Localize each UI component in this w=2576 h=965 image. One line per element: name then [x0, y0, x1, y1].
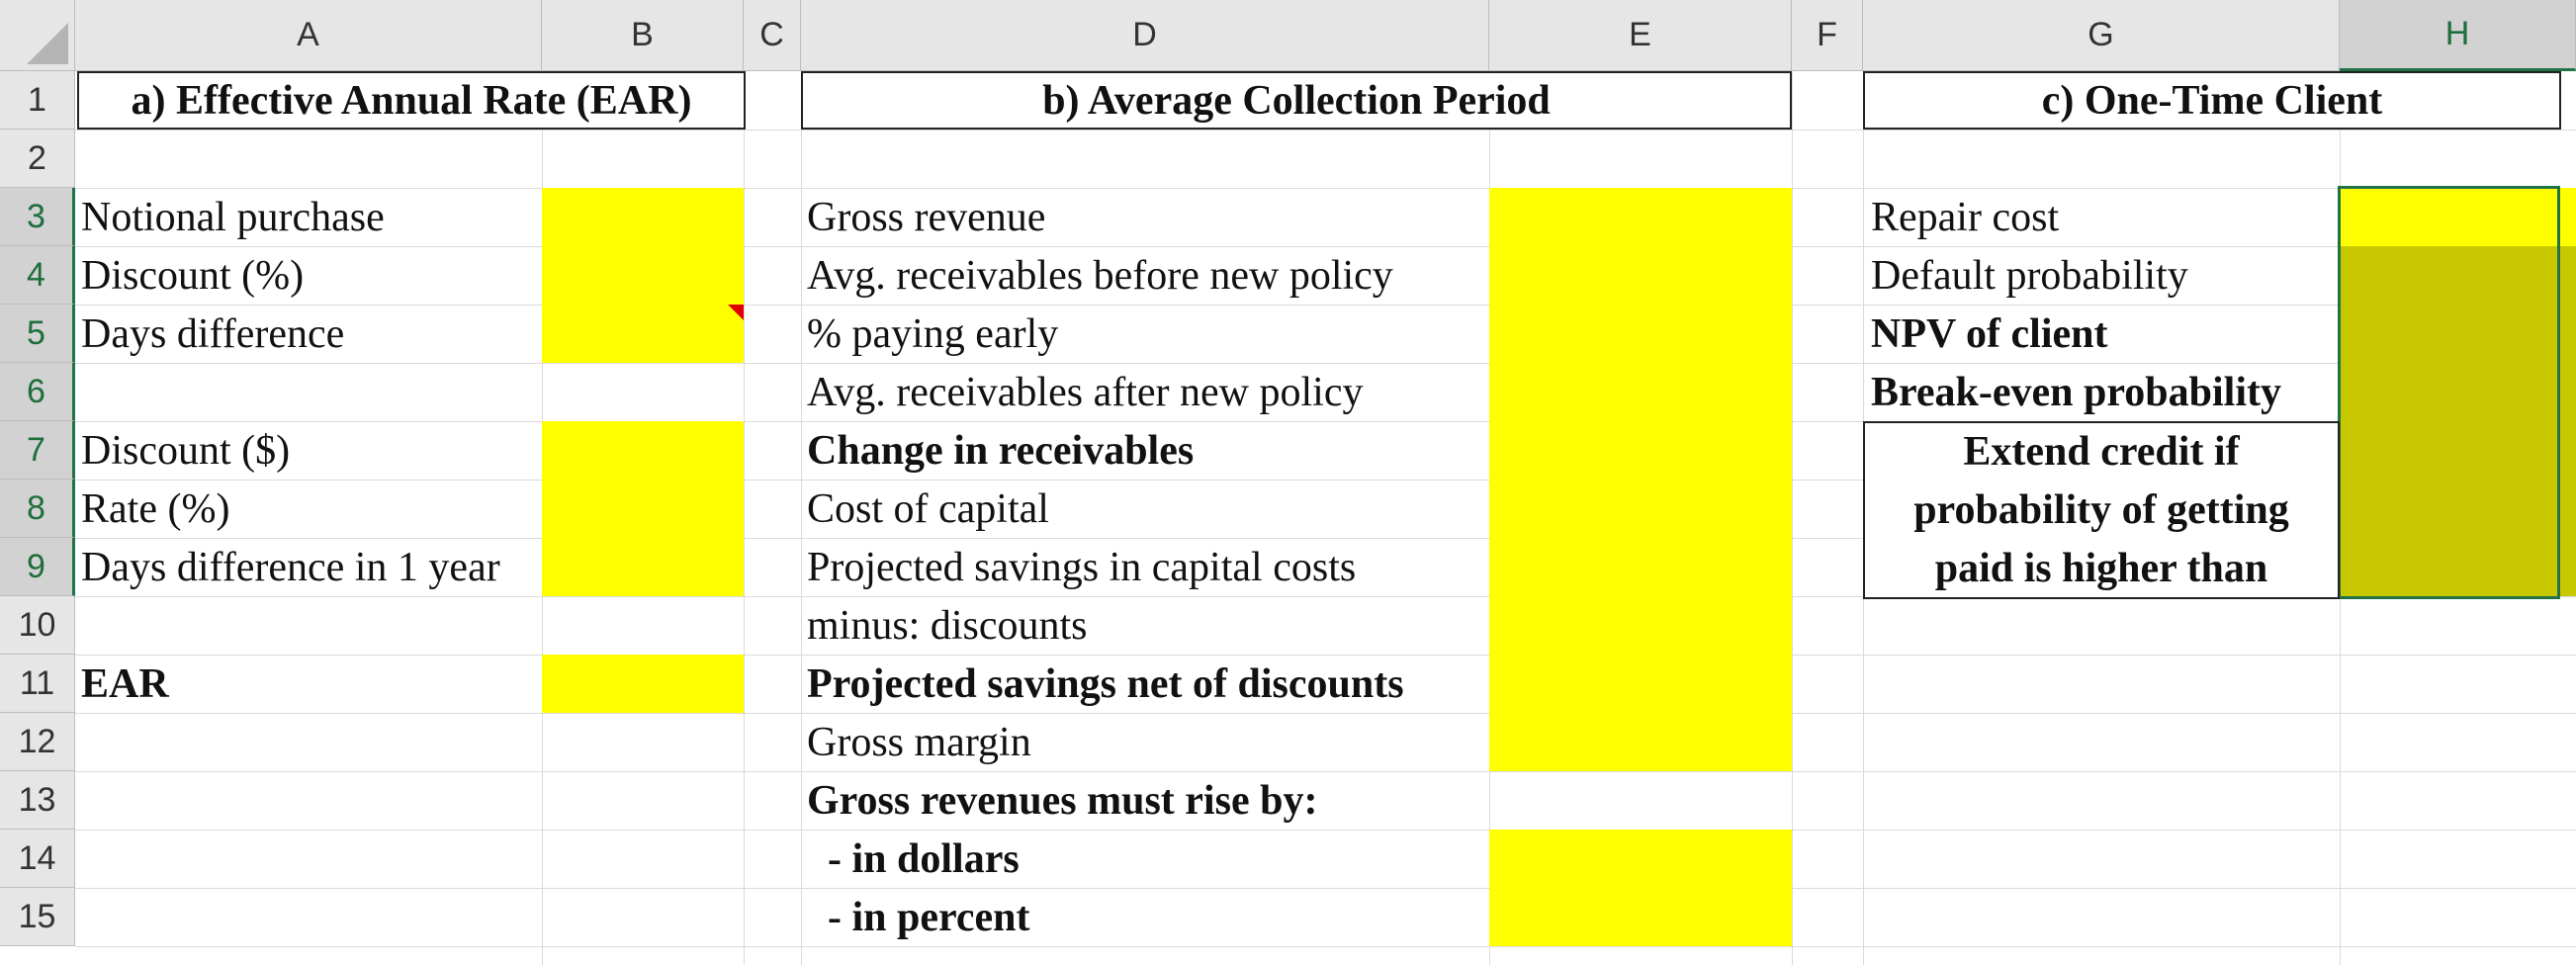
input-cell-e14-e15[interactable] — [1489, 830, 1792, 946]
gridline — [75, 130, 2576, 131]
row-header-8[interactable]: 8 — [0, 480, 75, 538]
select-all-triangle-icon — [27, 23, 68, 64]
row-header-5[interactable]: 5 — [0, 305, 75, 363]
label-default-probability: Default probability — [1871, 252, 2188, 299]
column-header-a[interactable]: A — [75, 0, 542, 71]
gridline — [75, 946, 2576, 947]
select-all-corner[interactable] — [0, 0, 75, 71]
comment-indicator-icon[interactable] — [728, 305, 744, 320]
row-header-1[interactable]: 1 — [0, 71, 75, 130]
label-projected-savings-net: Projected savings net of discounts — [807, 660, 1404, 707]
row-header-10[interactable]: 10 — [0, 596, 75, 655]
column-header-g[interactable]: G — [1863, 0, 2340, 71]
gridline — [75, 830, 2576, 831]
label-in-percent: - in percent — [807, 894, 1030, 940]
label-projected-savings: Projected savings in capital costs — [807, 544, 1357, 590]
column-header-f[interactable]: F — [1792, 0, 1863, 71]
row-header-2[interactable]: 2 — [0, 130, 75, 188]
gridline — [75, 305, 2576, 306]
label-gross-revenue: Gross revenue — [807, 194, 1046, 240]
row-header-3[interactable]: 3 — [0, 188, 75, 246]
gridline — [75, 888, 2576, 889]
label-in-dollars: - in dollars — [807, 835, 1020, 882]
label-npv-of-client: NPV of client — [1871, 310, 2108, 357]
gridline — [75, 771, 2576, 772]
column-header-c[interactable]: C — [744, 0, 801, 71]
column-header-e[interactable]: E — [1489, 0, 1792, 71]
input-cell-e3-e12[interactable] — [1489, 188, 1792, 771]
row-header-14[interactable]: 14 — [0, 830, 75, 888]
label-change-in-receivables: Change in receivables — [807, 427, 1195, 474]
gridline — [1792, 71, 1793, 965]
input-cell-b3-b5[interactable] — [542, 188, 744, 363]
row-header-7[interactable]: 7 — [0, 421, 75, 480]
label-cost-of-capital: Cost of capital — [807, 485, 1049, 532]
note-line-3: paid is higher than — [1934, 545, 2268, 591]
row-header-9[interactable]: 9 — [0, 538, 75, 596]
section-title-collection-period: b) Average Collection Period — [801, 71, 1792, 130]
label-avg-receivables-after: Avg. receivables after new policy — [807, 369, 1364, 415]
gridline — [744, 71, 745, 965]
label-repair-cost: Repair cost — [1871, 194, 2060, 240]
column-header-d[interactable]: D — [801, 0, 1489, 71]
label-discount-dollars: Discount ($) — [81, 427, 291, 474]
row-header-6[interactable]: 6 — [0, 363, 75, 421]
note-line-2: probability of getting — [1913, 486, 2289, 533]
label-days-difference-1-year: Days difference in 1 year — [81, 544, 500, 590]
selection-border — [2338, 186, 2560, 599]
label-discount-percent: Discount (%) — [81, 252, 305, 299]
label-avg-receivables-before: Avg. receivables before new policy — [807, 252, 1393, 299]
label-days-difference: Days difference — [81, 310, 345, 357]
input-cell-b7-b9[interactable] — [542, 421, 744, 596]
input-cell-b11[interactable] — [542, 655, 744, 713]
section-title-one-time-client: c) One-Time Client — [1863, 71, 2561, 130]
row-header-4[interactable]: 4 — [0, 246, 75, 305]
row-header-11[interactable]: 11 — [0, 655, 75, 713]
gridline — [801, 71, 802, 965]
spreadsheet[interactable]: A B C D E F G H 1 2 3 4 5 6 7 8 9 10 11 … — [0, 0, 2576, 965]
gridline — [75, 188, 2576, 189]
label-notional-purchase: Notional purchase — [81, 194, 385, 240]
section-title-ear: a) Effective Annual Rate (EAR) — [77, 71, 746, 130]
row-header-15[interactable]: 15 — [0, 888, 75, 946]
note-line-1: Extend credit if — [1963, 428, 2240, 475]
label-percent-paying-early: % paying early — [807, 310, 1059, 357]
label-minus-discounts: minus: discounts — [807, 602, 1088, 649]
column-header-b[interactable]: B — [542, 0, 744, 71]
label-rate: Rate (%) — [81, 485, 230, 532]
gridline — [75, 713, 2576, 714]
row-header-12[interactable]: 12 — [0, 713, 75, 771]
label-gross-margin: Gross margin — [807, 719, 1031, 765]
label-break-even-probability: Break-even probability — [1871, 369, 2281, 415]
column-header-h[interactable]: H — [2340, 0, 2576, 71]
extend-credit-note: Extend credit if probability of getting … — [1863, 421, 2340, 599]
label-gross-revenues-must-rise: Gross revenues must rise by: — [807, 777, 1318, 824]
label-ear: EAR — [81, 660, 169, 707]
row-header-13[interactable]: 13 — [0, 771, 75, 830]
